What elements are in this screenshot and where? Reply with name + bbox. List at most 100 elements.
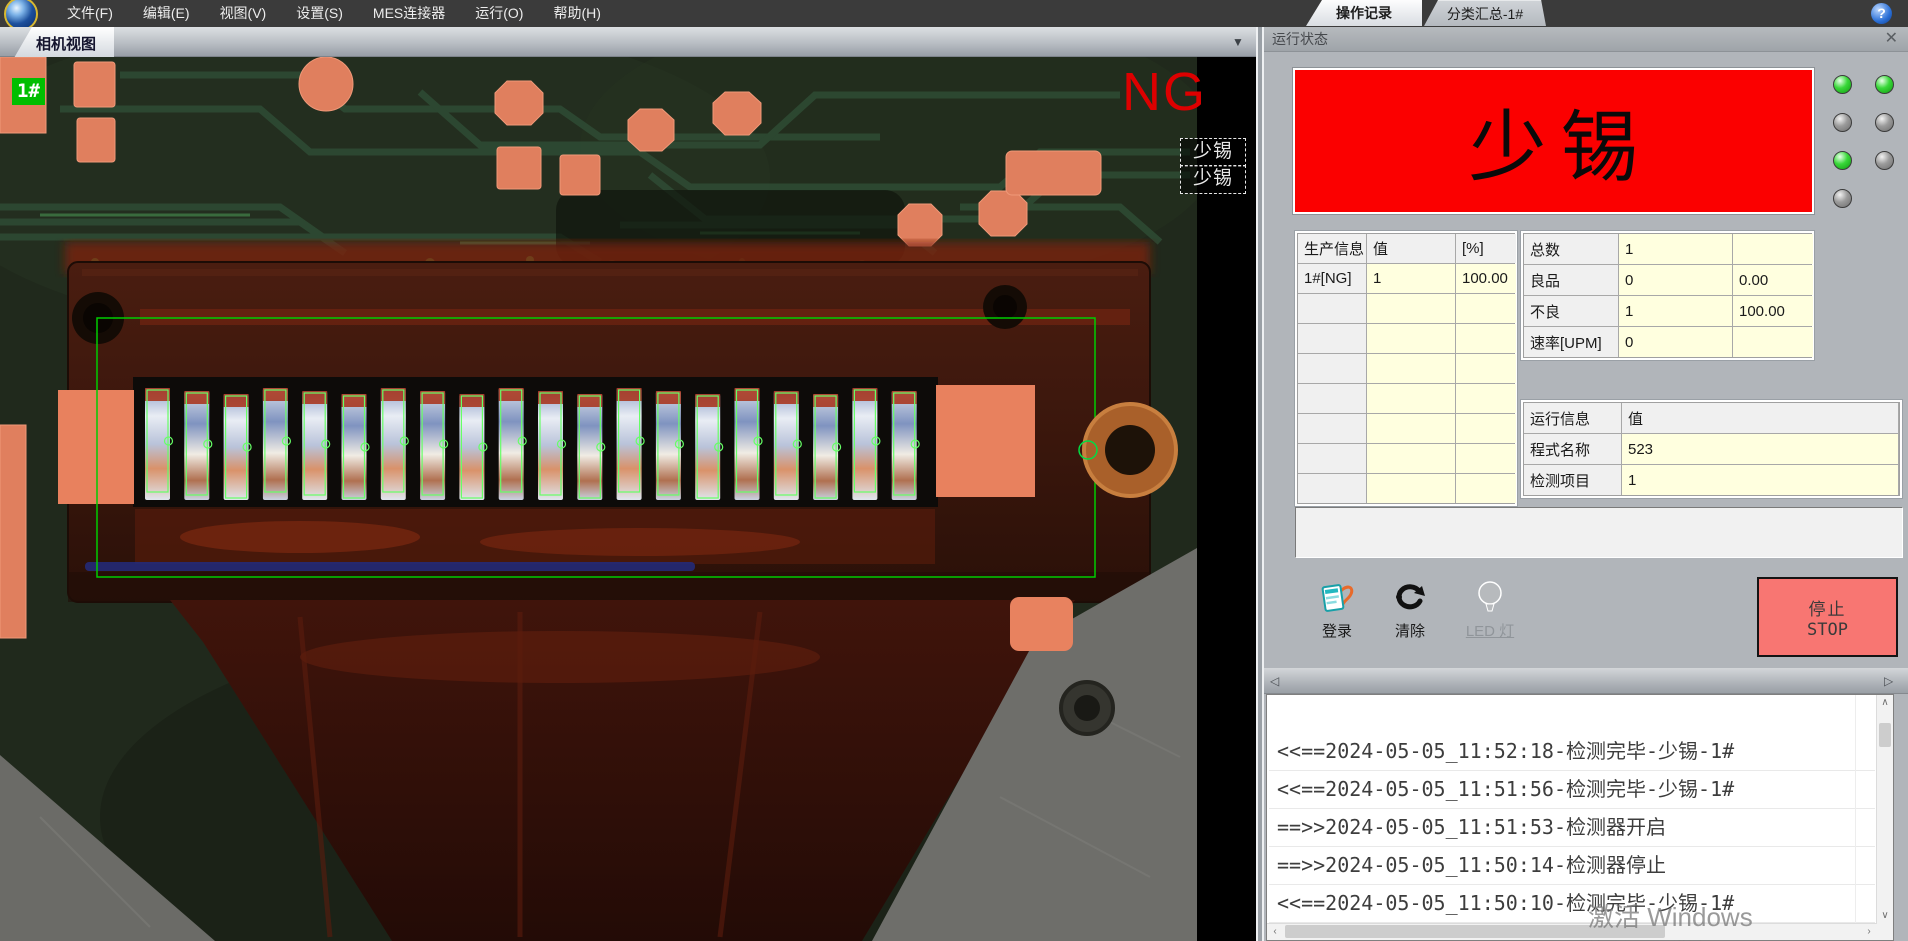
inspection-result-label: NG <box>1122 61 1207 123</box>
table-cell-empty <box>1456 474 1516 503</box>
table-cell-empty <box>1456 354 1516 383</box>
led-bulb-icon <box>1455 580 1525 616</box>
log-entry[interactable]: ==>>2024-05-05_11:51:53-检测器开启 <box>1269 809 1875 847</box>
table-cell-empty <box>1298 444 1366 473</box>
defect-banner-text: 少锡 <box>1468 85 1652 197</box>
menu-settings[interactable]: 设置(S) <box>281 0 358 27</box>
menu-bar: 文件(F) 编辑(E) 视图(V) 设置(S) MES连接器 运行(O) 帮助(… <box>0 0 1908 27</box>
operation-log-list[interactable]: <<==2024-05-05_11:52:18-检测完毕-少锡-1# <<==2… <box>1266 694 1894 941</box>
tab-scroll-left-icon[interactable]: ◁ <box>1270 674 1279 688</box>
table-cell-empty <box>1298 414 1366 443</box>
stop-label-en: STOP <box>1807 620 1848 640</box>
menu-file[interactable]: 文件(F) <box>52 0 128 27</box>
column-header: 值 <box>1367 234 1455 263</box>
app-window: 文件(F) 编辑(E) 视图(V) 设置(S) MES连接器 运行(O) 帮助(… <box>0 0 1908 941</box>
scroll-right-icon[interactable]: › <box>1861 924 1877 940</box>
vertical-scroll-thumb[interactable] <box>1879 723 1891 747</box>
table-cell-empty <box>1367 384 1455 413</box>
table-cell: 1 <box>1367 264 1455 293</box>
log-tabbar <box>1264 668 1908 694</box>
table-cell-empty <box>1367 444 1455 473</box>
status-panel-title: 运行状态 <box>1272 31 1328 47</box>
log-rows: <<==2024-05-05_11:52:18-检测完毕-少锡-1# <<==2… <box>1269 733 1875 923</box>
table-cell-empty <box>1456 384 1516 413</box>
table-cell-empty <box>1367 324 1455 353</box>
stat-pct: 0.00 <box>1733 265 1813 295</box>
table-cell-empty <box>1298 384 1366 413</box>
pcb-image <box>0 57 1256 941</box>
runinfo-value: 1 <box>1622 465 1898 495</box>
vertical-scrollbar[interactable]: ∧ ∨ <box>1876 695 1893 924</box>
panel-splitter[interactable] <box>1256 27 1264 941</box>
led-label: LED 灯 <box>1455 620 1525 641</box>
tab-scroll-right-icon[interactable]: ▷ <box>1884 674 1893 688</box>
stat-value: 1 <box>1619 296 1732 326</box>
login-badge-icon <box>1302 580 1372 616</box>
status-light <box>1833 75 1852 94</box>
log-column-divider <box>1855 695 1856 924</box>
runinfo-table: 运行信息 值 程式名称 523 检测项目 1 <box>1523 402 1900 496</box>
clear-refresh-icon <box>1375 580 1445 616</box>
status-light <box>1833 113 1852 132</box>
help-icon[interactable]: ? <box>1871 3 1892 24</box>
production-table: 生产信息 值 [%] 1#[NG] 1 100.00 <box>1297 233 1515 504</box>
table-cell-empty <box>1367 294 1455 323</box>
scroll-up-icon[interactable]: ∧ <box>1877 695 1893 711</box>
login-label: 登录 <box>1302 620 1372 641</box>
camera-tabstrip: 相机视图 ▼ <box>0 27 1256 57</box>
defect-tag: 少锡 <box>1180 165 1246 194</box>
clear-button[interactable]: 清除 <box>1375 580 1445 641</box>
login-button[interactable]: 登录 <box>1302 580 1372 641</box>
table-cell-empty <box>1298 354 1366 383</box>
camera-view[interactable]: 1# NG 少锡 少锡 <box>0 57 1256 941</box>
stat-pct: 100.00 <box>1733 296 1813 326</box>
status-light <box>1875 113 1894 132</box>
table-cell-empty <box>1367 414 1455 443</box>
stat-label: 速率[UPM] <box>1524 327 1618 357</box>
led-light-button[interactable]: LED 灯 <box>1455 580 1525 641</box>
runinfo-label: 程式名称 <box>1524 434 1621 464</box>
tab-camera-view[interactable]: 相机视图 <box>14 27 114 57</box>
column-header: 值 <box>1622 403 1898 433</box>
status-light <box>1833 189 1852 208</box>
log-entry[interactable]: <<==2024-05-05_11:50:10-检测完毕-少锡-1# <box>1269 885 1875 923</box>
menu-edit[interactable]: 编辑(E) <box>128 0 205 27</box>
menu-help[interactable]: 帮助(H) <box>538 0 615 27</box>
scrollbar-corner <box>1877 924 1893 940</box>
column-header: [%] <box>1456 234 1516 263</box>
defect-tag: 少锡 <box>1180 138 1246 167</box>
log-entry[interactable]: <<==2024-05-05_11:52:18-检测完毕-少锡-1# <box>1269 733 1875 771</box>
chevron-down-icon[interactable]: ▼ <box>1232 35 1244 49</box>
horizontal-scroll-thumb[interactable] <box>1285 925 1665 938</box>
column-header: 运行信息 <box>1524 403 1621 433</box>
stop-button[interactable]: 停止 STOP <box>1757 577 1898 657</box>
runinfo-label: 检测项目 <box>1524 465 1621 495</box>
stop-label-cn: 停止 <box>1809 595 1847 620</box>
status-light <box>1875 151 1894 170</box>
menu-mes-connector[interactable]: MES连接器 <box>358 0 460 27</box>
scroll-down-icon[interactable]: ∨ <box>1877 908 1893 924</box>
stat-value: 1 <box>1619 234 1732 264</box>
log-entry[interactable]: <<==2024-05-05_11:51:56-检测完毕-少锡-1# <box>1269 771 1875 809</box>
tab-operation-log[interactable]: 操作记录 <box>1306 0 1422 26</box>
table-cell-empty <box>1298 474 1366 503</box>
menu-view[interactable]: 视图(V) <box>205 0 282 27</box>
status-panel-header: 运行状态 ✕ <box>1264 27 1908 52</box>
stat-pct <box>1733 327 1813 357</box>
camera-id-badge: 1# <box>12 78 45 105</box>
table-cell-empty <box>1298 294 1366 323</box>
stat-label: 良品 <box>1524 265 1618 295</box>
table-cell-empty <box>1367 474 1455 503</box>
menu-run[interactable]: 运行(O) <box>460 0 538 27</box>
close-icon[interactable]: ✕ <box>1885 30 1898 48</box>
table-cell[interactable]: 1#[NG] <box>1298 264 1366 293</box>
horizontal-scrollbar[interactable]: ‹ › <box>1267 923 1877 940</box>
tab-classification-summary[interactable]: 分类汇总-1# <box>1424 0 1546 26</box>
table-cell-empty <box>1367 354 1455 383</box>
app-logo-icon <box>4 0 38 31</box>
log-entry[interactable]: ==>>2024-05-05_11:50:14-检测器停止 <box>1269 847 1875 885</box>
scroll-left-icon[interactable]: ‹ <box>1267 924 1283 940</box>
stat-pct <box>1733 234 1813 264</box>
table-cell-empty <box>1456 324 1516 353</box>
stat-value: 0 <box>1619 265 1732 295</box>
